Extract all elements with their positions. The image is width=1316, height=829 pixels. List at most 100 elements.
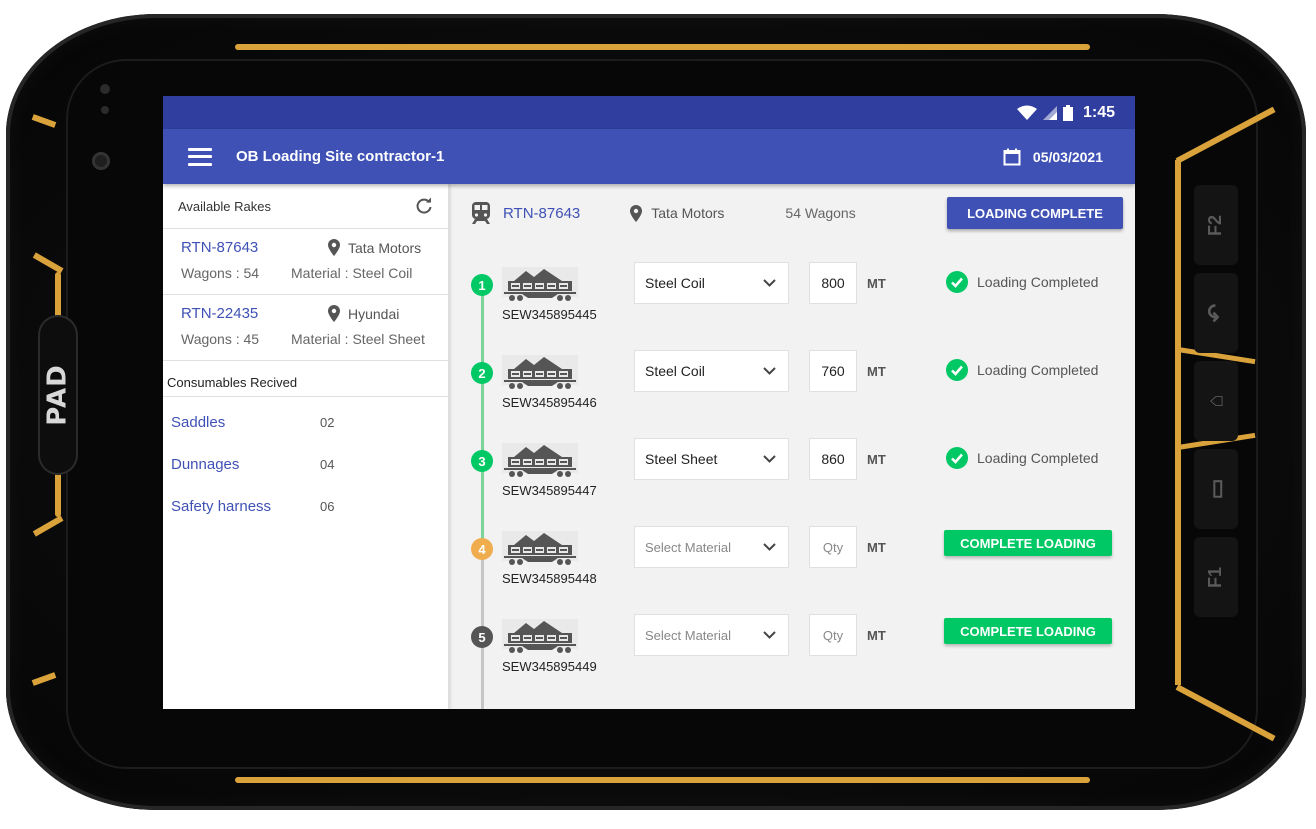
quantity-input[interactable] bbox=[809, 438, 857, 480]
hardware-key-menu[interactable]: ▭ bbox=[1194, 449, 1238, 529]
wagon-id: SEW345895448 bbox=[502, 571, 597, 586]
consumable-name[interactable]: Dunnages bbox=[171, 456, 320, 473]
check-circle-icon bbox=[946, 359, 968, 381]
sensor-icon bbox=[101, 106, 109, 114]
rake-list-item[interactable]: RTN-87643 Tata Motors Wagons : 54 Materi… bbox=[163, 229, 448, 295]
back-arrow-icon: ↶ bbox=[1203, 303, 1228, 323]
hardware-key-back[interactable]: ↶ bbox=[1194, 273, 1238, 353]
rake-id: RTN-87643 bbox=[181, 239, 259, 256]
complete-loading-button[interactable]: COMPLETE LOADING bbox=[944, 618, 1112, 644]
frame-accent-stripe bbox=[235, 777, 1090, 783]
consumable-name[interactable]: Safety harness bbox=[171, 498, 320, 515]
rake-list-item[interactable]: RTN-22435 Hyundai Wagons : 45 Material :… bbox=[163, 295, 448, 361]
hardware-key-f2[interactable]: F2 bbox=[1194, 185, 1238, 265]
wagon-id: SEW345895449 bbox=[502, 659, 597, 674]
refresh-icon[interactable] bbox=[415, 197, 433, 215]
step-number-badge: 4 bbox=[471, 538, 493, 560]
coal-wagon-icon bbox=[502, 531, 578, 565]
wagon-id: SEW345895445 bbox=[502, 307, 597, 322]
chevron-down-icon bbox=[763, 367, 776, 375]
consumable-qty: 02 bbox=[320, 414, 335, 430]
loading-complete-button[interactable]: LOADING COMPLETE bbox=[947, 197, 1123, 229]
material-select-value: Steel Coil bbox=[645, 275, 705, 291]
pad-logo-badge: PAD bbox=[38, 315, 78, 475]
loading-completed-status: Loading Completed bbox=[946, 359, 1098, 381]
complete-loading-button[interactable]: COMPLETE LOADING bbox=[944, 530, 1112, 556]
selected-rake-location: Tata Motors bbox=[630, 204, 724, 222]
unit-label: MT bbox=[867, 452, 886, 467]
date-display[interactable]: 05/03/2021 bbox=[1003, 148, 1103, 166]
chevron-down-icon bbox=[763, 279, 776, 287]
pad-logo-text: PAD bbox=[43, 364, 73, 426]
consumable-name[interactable]: Saddles bbox=[171, 414, 320, 431]
consumable-item: Dunnages 04 bbox=[163, 443, 448, 485]
train-icon bbox=[472, 202, 490, 224]
material-select[interactable]: Steel Sheet bbox=[634, 438, 789, 480]
rake-wagon-count: Wagons : 45 bbox=[181, 331, 260, 347]
selected-rake-header: RTN-87643 Tata Motors 54 Wagons LOADING … bbox=[471, 196, 1123, 230]
quantity-input[interactable] bbox=[809, 350, 857, 392]
chevron-down-icon bbox=[763, 631, 776, 639]
check-circle-icon bbox=[946, 271, 968, 293]
selected-rake-id: RTN-87643 bbox=[503, 204, 581, 222]
consumable-qty: 04 bbox=[320, 456, 335, 472]
wagon-row: 4 SEW345895448 Select Material MT COMPLE… bbox=[449, 526, 1135, 614]
wagon-id: SEW345895446 bbox=[502, 395, 597, 410]
frame-accent-stripe bbox=[235, 44, 1090, 50]
location-pin-icon bbox=[328, 305, 340, 322]
signal-icon bbox=[1042, 105, 1057, 120]
material-select[interactable]: Select Material bbox=[634, 614, 789, 656]
step-number-badge: 5 bbox=[471, 626, 493, 648]
selected-rake-wagon-count: 54 Wagons bbox=[785, 205, 856, 221]
consumable-item: Safety harness 06 bbox=[163, 485, 448, 527]
hardware-key-f1[interactable]: F1 bbox=[1194, 537, 1238, 617]
app-screen: 1:45 OB Loading Site contractor-1 05/03/… bbox=[163, 96, 1135, 709]
hamburger-menu-icon[interactable] bbox=[188, 147, 212, 166]
rake-material: Material : Steel Coil bbox=[291, 265, 413, 281]
rake-location: Tata Motors bbox=[328, 239, 421, 256]
chevron-down-icon bbox=[763, 455, 776, 463]
location-pin-icon bbox=[328, 239, 340, 256]
available-rakes-title: Available Rakes bbox=[178, 198, 271, 214]
loading-completed-label: Loading Completed bbox=[977, 274, 1099, 290]
material-select-value: Select Material bbox=[645, 627, 731, 643]
material-select[interactable]: Steel Coil bbox=[634, 350, 789, 392]
wagon-row: 1 SEW345895445 Steel Coil MT Loading Com… bbox=[449, 262, 1135, 350]
step-number-badge: 1 bbox=[471, 274, 493, 296]
material-select-value: Steel Sheet bbox=[645, 451, 718, 467]
quantity-input[interactable] bbox=[809, 614, 857, 656]
step-number-badge: 2 bbox=[471, 362, 493, 384]
material-select[interactable]: Select Material bbox=[634, 526, 789, 568]
wagon-id: SEW345895447 bbox=[502, 483, 597, 498]
wagon-row: 5 SEW345895449 Select Material MT COMPLE… bbox=[449, 614, 1135, 702]
loading-completed-label: Loading Completed bbox=[977, 362, 1099, 378]
loading-completed-status: Loading Completed bbox=[946, 271, 1098, 293]
unit-label: MT bbox=[867, 364, 886, 379]
hardware-side-keys: F2 ↶ ⌂ ▭ F1 bbox=[1188, 185, 1248, 665]
step-number-badge: 3 bbox=[471, 450, 493, 472]
calendar-icon bbox=[1003, 148, 1021, 165]
material-select[interactable]: Steel Coil bbox=[634, 262, 789, 304]
wagon-loading-panel: RTN-87643 Tata Motors 54 Wagons LOADING … bbox=[449, 184, 1135, 709]
wagon-row: 2 SEW345895446 Steel Coil MT Loading Com… bbox=[449, 350, 1135, 438]
sidebar: Available Rakes RTN-87643 Tata Motors Wa… bbox=[163, 184, 449, 709]
material-select-value: Steel Coil bbox=[645, 363, 705, 379]
status-bar: 1:45 bbox=[163, 96, 1135, 129]
check-circle-icon bbox=[946, 447, 968, 469]
rake-wagon-count: Wagons : 54 bbox=[181, 265, 260, 281]
coal-wagon-icon bbox=[502, 267, 578, 301]
quantity-input[interactable] bbox=[809, 262, 857, 304]
consumable-qty: 06 bbox=[320, 498, 335, 514]
home-icon: ⌂ bbox=[1202, 394, 1228, 408]
hardware-key-home[interactable]: ⌂ bbox=[1194, 361, 1238, 441]
sensor-icon bbox=[100, 84, 110, 94]
quantity-input[interactable] bbox=[809, 526, 857, 568]
front-camera-icon bbox=[92, 152, 110, 170]
loading-completed-label: Loading Completed bbox=[977, 450, 1099, 466]
frame-accent-stripe bbox=[1175, 160, 1181, 685]
chevron-down-icon bbox=[763, 543, 776, 551]
loading-completed-status: Loading Completed bbox=[946, 447, 1098, 469]
current-date: 05/03/2021 bbox=[1032, 148, 1103, 165]
material-select-value: Select Material bbox=[645, 539, 731, 555]
wagon-row: 3 SEW345895447 Steel Sheet MT Loading Co… bbox=[449, 438, 1135, 526]
